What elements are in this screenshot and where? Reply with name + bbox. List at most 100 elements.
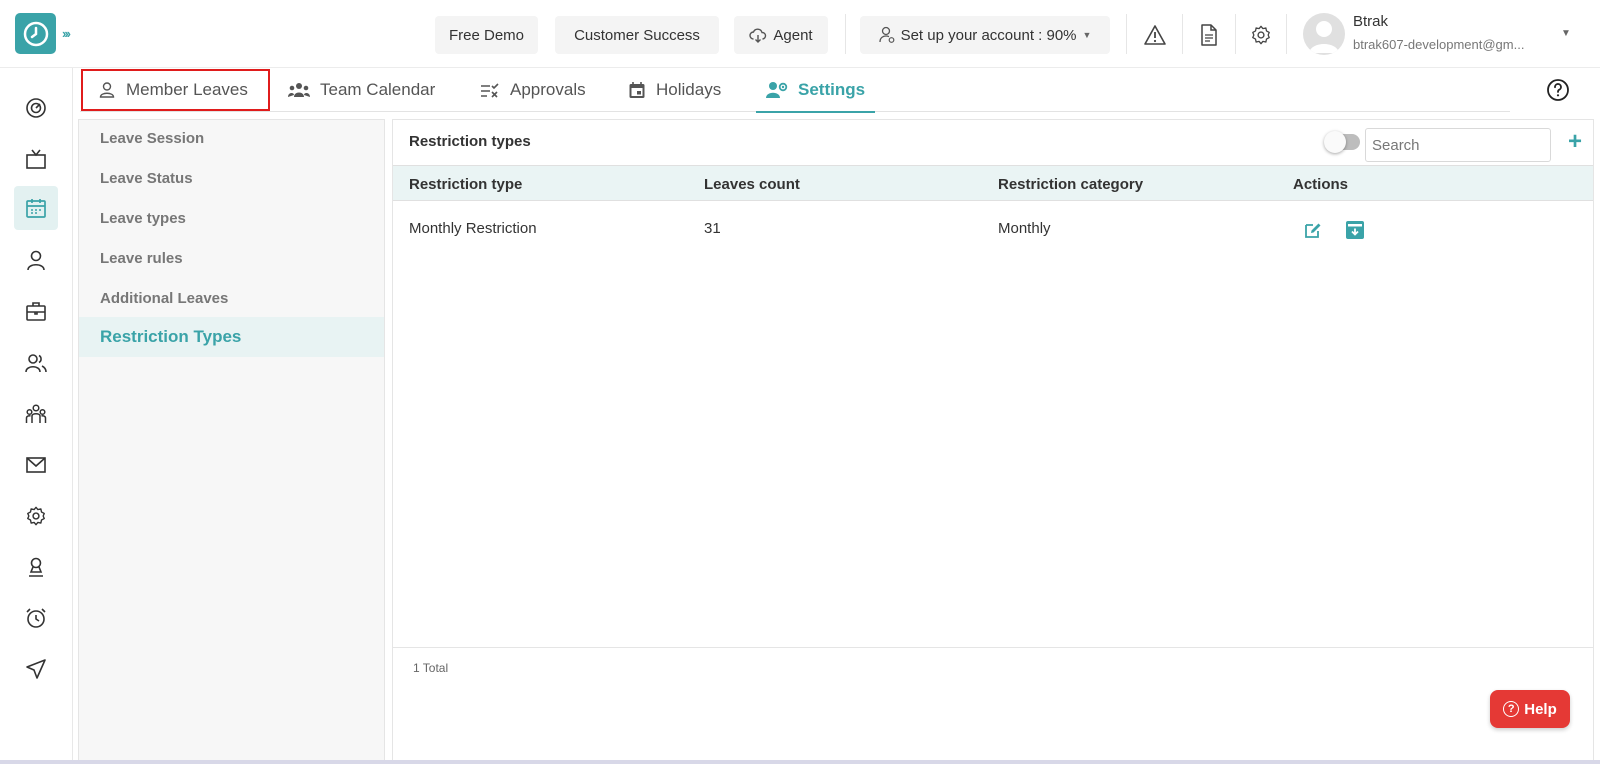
rail-team[interactable] — [14, 392, 58, 436]
header-divider — [1235, 14, 1236, 54]
archive-toggle[interactable] — [1324, 131, 1360, 153]
person-icon — [99, 82, 115, 98]
rail-award[interactable] — [14, 545, 58, 589]
help-button[interactable]: ? Help — [1490, 690, 1570, 728]
calendar-icon — [629, 82, 645, 98]
customer-success-button[interactable]: Customer Success — [555, 16, 719, 54]
search-input[interactable] — [1365, 128, 1551, 162]
side-item-label: Leave types — [100, 209, 186, 227]
briefcase-icon — [26, 302, 46, 321]
rail-briefcase[interactable] — [14, 289, 58, 333]
archive-icon[interactable] — [1344, 219, 1366, 241]
top-header: ››› Free Demo Customer Success Agent Set… — [0, 0, 1600, 68]
rail-alarm[interactable] — [14, 596, 58, 640]
user-name: Btrak — [1353, 13, 1389, 30]
tab-label: Member Leaves — [126, 80, 248, 99]
column-header[interactable]: Restriction type — [409, 176, 522, 193]
rail-mail[interactable] — [14, 443, 58, 487]
tab-label: Settings — [798, 80, 866, 99]
edit-icon[interactable] — [1302, 219, 1324, 241]
tab-settings[interactable]: Settings — [756, 68, 876, 113]
cell-restriction-type: Monthly Restriction — [409, 220, 537, 237]
user-email: btrak607-development@gm... — [1353, 37, 1525, 52]
side-item-leave-rules[interactable]: Leave rules — [79, 238, 384, 278]
users-icon — [25, 354, 47, 373]
mail-icon — [26, 457, 46, 473]
settings-people-icon — [766, 82, 788, 98]
side-item-leave-session[interactable]: Leave Session — [79, 118, 384, 158]
clock-logo-icon — [23, 21, 48, 46]
warning-icon[interactable] — [1142, 22, 1168, 48]
rail-send[interactable] — [14, 647, 58, 691]
tab-team-calendar[interactable]: Team Calendar — [288, 68, 435, 112]
side-item-leave-types[interactable]: Leave types — [79, 198, 384, 238]
tab-member-leaves[interactable]: Member Leaves — [98, 68, 248, 112]
app-logo[interactable] — [15, 13, 56, 54]
table-footer-divider — [393, 647, 1593, 648]
rail-settings[interactable] — [14, 494, 58, 538]
side-item-additional-leaves[interactable]: Additional Leaves — [79, 278, 384, 318]
help-question-icon[interactable] — [1546, 78, 1570, 102]
cell-leaves-count: 31 — [704, 220, 721, 237]
panel-title: Restriction types — [409, 133, 531, 150]
leave-tabs: Member Leaves Team Calendar Approvals Ho… — [80, 68, 1510, 113]
user-menu-caret-icon[interactable]: ▼ — [1561, 28, 1571, 39]
header-divider — [845, 14, 846, 54]
team-icon — [288, 83, 310, 97]
left-navigation-rail — [0, 68, 73, 764]
user-setup-icon — [878, 26, 894, 43]
award-person-icon — [29, 557, 43, 577]
header-divider — [1286, 14, 1287, 54]
tab-approvals[interactable]: Approvals — [480, 68, 586, 112]
header-divider — [1126, 14, 1127, 54]
setup-account-dropdown[interactable]: Set up your account : 90% ▼ — [860, 16, 1110, 54]
column-header[interactable]: Restriction category — [998, 176, 1143, 193]
tab-label: Holidays — [656, 80, 722, 99]
table-header: Restriction type Leaves count Restrictio… — [393, 165, 1593, 201]
side-item-label: Leave Status — [100, 169, 193, 187]
header-divider — [1182, 14, 1183, 54]
gear-icon — [27, 506, 45, 526]
caret-down-icon: ▼ — [1082, 30, 1092, 40]
calendar-icon — [26, 199, 46, 218]
expand-sidebar-icon[interactable]: ››› — [62, 26, 71, 41]
help-label: Help — [1524, 700, 1557, 718]
approvals-icon — [481, 83, 499, 98]
free-demo-button[interactable]: Free Demo — [435, 16, 538, 54]
side-item-label: Leave rules — [100, 249, 183, 267]
tab-label: Team Calendar — [320, 80, 436, 99]
gauge-icon — [26, 98, 46, 118]
side-item-label: Leave Session — [100, 129, 205, 147]
person-icon — [27, 250, 45, 271]
rail-leaves[interactable] — [14, 186, 58, 230]
settings-gear-icon[interactable] — [1248, 22, 1274, 48]
rail-dashboard[interactable] — [14, 86, 58, 130]
customer-success-label: Customer Success — [574, 26, 700, 44]
column-header: Actions — [1293, 176, 1349, 193]
agent-button[interactable]: Agent — [734, 16, 828, 54]
rail-users[interactable] — [14, 341, 58, 385]
team-icon — [25, 404, 47, 423]
add-restriction-button[interactable]: + — [1564, 127, 1586, 157]
agent-label: Agent — [773, 26, 813, 44]
send-icon — [26, 659, 46, 679]
cell-restriction-category: Monthly — [998, 220, 1051, 237]
help-circle-icon: ? — [1503, 701, 1520, 717]
free-demo-label: Free Demo — [448, 26, 525, 44]
tv-icon — [26, 149, 46, 169]
column-header[interactable]: Leaves count — [704, 176, 800, 193]
document-icon[interactable] — [1196, 22, 1222, 48]
settings-side-menu: Leave Session Leave Status Leave types L… — [78, 119, 385, 764]
rail-profile[interactable] — [14, 238, 58, 282]
side-item-restriction-types[interactable]: Restriction Types — [79, 317, 384, 357]
setup-account-label: Set up your account : 90% — [900, 26, 1077, 44]
tab-holidays[interactable]: Holidays — [628, 68, 721, 112]
rail-tv[interactable] — [14, 137, 58, 181]
user-avatar[interactable] — [1303, 13, 1345, 55]
side-item-label: Restriction Types — [100, 327, 242, 346]
side-item-leave-status[interactable]: Leave Status — [79, 158, 384, 198]
bottom-edge-strip — [0, 760, 1600, 764]
tab-label: Approvals — [510, 80, 586, 99]
toggle-knob — [1324, 131, 1346, 153]
table-row[interactable]: Monthly Restriction 31 Monthly — [393, 203, 1593, 257]
